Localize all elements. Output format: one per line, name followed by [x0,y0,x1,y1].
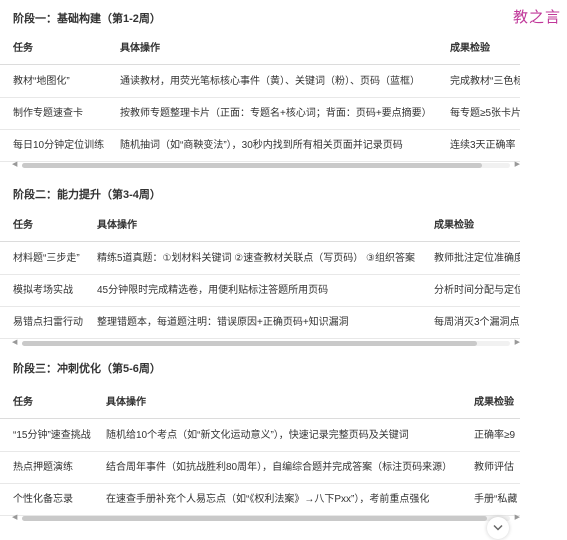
task-cell: 热点押题演练 [13,462,73,473]
task-cell: 模拟考场实战 [13,285,73,296]
table-row: 个性化备忘录 在速查手册补充个人易忘点（如“《权利法案》→八下Pxx”），考前重… [0,484,520,516]
operation-cell: 精练5道真题：①划材料关键词 ②速查教材关联点（写页码） ③组织答案 [97,253,416,264]
scroll-thumb[interactable] [22,341,477,346]
result-cell: 完成教材“三色标注 [450,76,520,87]
table-header-row: 任务 具体操作 成果检验 [0,33,520,65]
task-cell: 材料题“三步走” [13,253,80,264]
task-cell: “15分钟”速查挑战 [13,430,91,441]
stage-1-table: 任务 具体操作 成果检验 教材“地图化” 通读教材，用荧光笔标核心事件（黄）、关… [0,33,520,163]
table-row: 易错点扫雷行动 整理错题本，每道题注明：错误原因+正确页码+知识漏洞 每周消灭3… [0,307,520,339]
operation-cell: 随机给10个考点（如“新文化运动意义”），快速记录完整页码及关键词 [106,430,409,441]
table-row: 材料题“三步走” 精练5道真题：①划材料关键词 ②速查教材关联点（写页码） ③组… [0,243,520,275]
result-cell: 每专题≥5张卡片 [450,108,520,119]
table-row: “15分钟”速查挑战 随机给10个考点（如“新文化运动意义”），快速记录完整页码… [0,420,520,452]
operation-cell: 整理错题本，每道题注明：错误原因+正确页码+知识漏洞 [97,317,349,328]
brand-logo: 教之言 [512,8,561,26]
scroll-thumb[interactable] [22,163,482,168]
operation-cell: 随机抽词（如“商鞅变法”），30秒内找到所有相关页面并记录页码 [120,140,403,151]
operation-cell: 按教师专题整理卡片（正面：专题名+核心词；背面：页码+要点摘要） [120,108,432,119]
stage-2-section: 阶段二：能力提升（第3-4周） 任务 具体操作 成果检验 材料题“三步走” 精练… [0,180,520,350]
task-cell: 制作专题速查卡 [13,108,83,119]
table-row: 模拟考场实战 45分钟限时完成精选卷，用便利贴标注答题所用页码 分析时间分配与定… [0,275,520,307]
stage-2-title: 阶段二：能力提升（第3-4周） [13,189,161,201]
header-task: 任务 [13,220,33,231]
stage-1-title: 阶段一：基础构建（第1-2周） [13,13,161,25]
header-result: 成果检验 [474,397,514,408]
result-cell: 每周消灭3个漏洞点 [434,317,520,328]
stage-2-table: 任务 具体操作 成果检验 材料题“三步走” 精练5道真题：①划材料关键词 ②速查… [0,210,520,340]
header-result: 成果检验 [434,220,474,231]
operation-cell: 结合周年事件（如抗战胜利80周年），自编综合题并完成答案（标注页码来源） [106,462,453,473]
chevron-down-icon [493,524,503,531]
scroll-left-arrow-icon[interactable]: ◀ [12,338,17,348]
stage-3-section: 阶段三：冲刺优化（第5-6周） 任务 具体操作 成果检验 “15分钟”速查挑战 … [0,350,520,530]
stage-3-title: 阶段三：冲刺优化（第5-6周） [13,363,161,375]
task-cell: 易错点扫雷行动 [13,317,83,328]
horizontal-scrollbar[interactable]: ◀ ▶ [12,338,520,348]
scroll-left-arrow-icon[interactable]: ◀ [12,160,17,170]
table-row: 每日10分钟定位训练 随机抽词（如“商鞅变法”），30秒内找到所有相关页面并记录… [0,130,520,162]
table-row: 热点押题演练 结合周年事件（如抗战胜利80周年），自编综合题并完成答案（标注页码… [0,452,520,484]
task-cell: 每日10分钟定位训练 [13,140,105,151]
task-cell: 个性化备忘录 [13,494,73,505]
table-header-row: 任务 具体操作 成果检验 [0,387,520,419]
result-cell: 教师评估 [474,462,514,473]
header-result: 成果检验 [450,43,490,54]
header-task: 任务 [13,397,33,408]
scroll-thumb[interactable] [22,516,487,521]
task-cell: 教材“地图化” [13,76,70,87]
scroll-right-arrow-icon[interactable]: ▶ [515,338,520,348]
header-operation: 具体操作 [120,43,160,54]
scroll-left-arrow-icon[interactable]: ◀ [12,513,17,523]
result-cell: 正确率≥9 [474,430,516,441]
result-cell: 分析时间分配与定位 [434,285,520,296]
operation-cell: 在速查手册补充个人易忘点（如“《权利法案》→八下Pxx”），考前重点强化 [106,494,430,505]
result-cell: 教师批注定位准确度 [434,253,520,264]
result-cell: 手册“私藏 [474,494,518,505]
header-task: 任务 [13,43,33,54]
operation-cell: 通读教材，用荧光笔标核心事件（黄）、关键词（粉）、页码（蓝框） [120,76,420,87]
scroll-down-button[interactable] [487,517,509,539]
stage-3-table: 任务 具体操作 成果检验 “15分钟”速查挑战 随机给10个考点（如“新文化运动… [0,387,520,517]
stage-1-section: 阶段一：基础构建（第1-2周） 任务 具体操作 成果检验 教材“地图化” 通读教… [0,0,520,180]
horizontal-scrollbar[interactable]: ◀ ▶ [12,513,520,523]
header-operation: 具体操作 [106,397,146,408]
scroll-right-arrow-icon[interactable]: ▶ [515,160,520,170]
table-header-row: 任务 具体操作 成果检验 [0,210,520,242]
horizontal-scrollbar[interactable]: ◀ ▶ [12,160,520,170]
result-cell: 连续3天正确率 [450,140,516,151]
header-operation: 具体操作 [97,220,137,231]
scroll-right-arrow-icon[interactable]: ▶ [515,513,520,523]
operation-cell: 45分钟限时完成精选卷，用便利贴标注答题所用页码 [97,285,329,296]
table-row: 制作专题速查卡 按教师专题整理卡片（正面：专题名+核心词；背面：页码+要点摘要）… [0,98,520,130]
table-row: 教材“地图化” 通读教材，用荧光笔标核心事件（黄）、关键词（粉）、页码（蓝框） … [0,66,520,98]
